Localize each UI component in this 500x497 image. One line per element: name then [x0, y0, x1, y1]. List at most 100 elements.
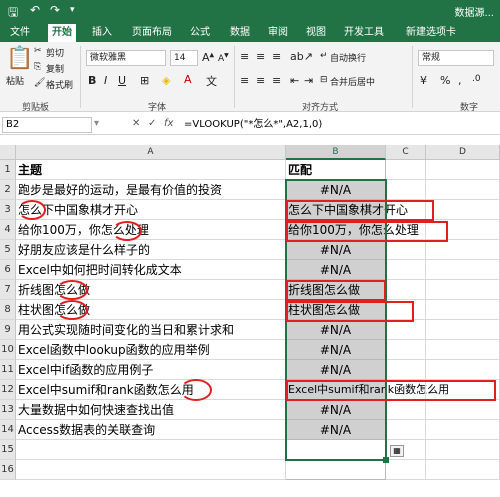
- cell-b[interactable]: [286, 460, 386, 480]
- align-bottom-icon[interactable]: ≡: [272, 50, 281, 63]
- column-header-c[interactable]: C: [386, 145, 426, 160]
- cell-c[interactable]: [386, 320, 426, 340]
- number-format-combo[interactable]: 常规: [418, 50, 494, 66]
- save-icon[interactable]: 🖫: [8, 3, 18, 24]
- orientation-icon[interactable]: ab↗: [290, 50, 313, 63]
- column-header-b[interactable]: B: [286, 145, 386, 160]
- cell-c[interactable]: [386, 400, 426, 420]
- border-icon[interactable]: ⊞: [140, 74, 149, 87]
- cell-d[interactable]: [426, 360, 500, 380]
- cell-a1[interactable]: 主题: [16, 160, 286, 180]
- formula-input[interactable]: =VLOOKUP("*怎么*",A2,1,0): [184, 117, 498, 133]
- tab-formulas[interactable]: 公式: [186, 24, 214, 42]
- cell-c[interactable]: [386, 260, 426, 280]
- cell-d[interactable]: [426, 260, 500, 280]
- cell-a[interactable]: Excel中如何把时间转化成文本: [16, 260, 286, 280]
- fx-button[interactable]: fx: [164, 118, 173, 129]
- cell-d[interactable]: [426, 440, 500, 460]
- fill-color-icon[interactable]: ◈: [162, 74, 170, 87]
- percent-button[interactable]: %: [440, 74, 450, 87]
- name-box[interactable]: B2: [2, 117, 92, 133]
- cell-c[interactable]: [386, 420, 426, 440]
- row-header[interactable]: 6: [0, 260, 16, 280]
- copy-icon[interactable]: ⎘: [34, 62, 41, 72]
- align-left-icon[interactable]: ≡: [240, 74, 249, 87]
- row-header[interactable]: 2: [0, 180, 16, 200]
- tab-review[interactable]: 审阅: [264, 24, 292, 42]
- cell-a[interactable]: Access数据表的关联查询: [16, 420, 286, 440]
- cell-b[interactable]: #N/A: [286, 400, 386, 420]
- row-header[interactable]: 4: [0, 220, 16, 240]
- copy-button[interactable]: 复制: [46, 62, 64, 75]
- cell-b[interactable]: [286, 440, 386, 460]
- row-header[interactable]: 12: [0, 380, 16, 400]
- cell-c[interactable]: [386, 180, 426, 200]
- row-header[interactable]: 10: [0, 340, 16, 360]
- format-painter-button[interactable]: 格式刷: [46, 78, 73, 91]
- cell-d[interactable]: [426, 320, 500, 340]
- cell-d[interactable]: [426, 300, 500, 320]
- cell-d[interactable]: [426, 400, 500, 420]
- row-header[interactable]: 7: [0, 280, 16, 300]
- cell-d[interactable]: [426, 420, 500, 440]
- row-header[interactable]: 16: [0, 460, 16, 480]
- name-box-dropdown-icon[interactable]: ▾: [94, 118, 99, 129]
- cell-b[interactable]: #N/A: [286, 320, 386, 340]
- cell-b[interactable]: #N/A: [286, 180, 386, 200]
- align-right-icon[interactable]: ≡: [272, 74, 281, 87]
- cell-d[interactable]: [426, 240, 500, 260]
- cell-b[interactable]: #N/A: [286, 360, 386, 380]
- cell-a[interactable]: Excel函数中lookup函数的应用举例: [16, 340, 286, 360]
- cell-b1[interactable]: 匹配: [286, 160, 386, 180]
- cell-a[interactable]: 怎么下中国象棋才开心: [16, 200, 286, 220]
- cell-c[interactable]: [386, 360, 426, 380]
- wrap-text-icon[interactable]: ↵: [320, 51, 328, 61]
- cell-c[interactable]: [386, 460, 426, 480]
- font-color-icon[interactable]: A: [184, 73, 192, 86]
- tab-page-layout[interactable]: 页面布局: [128, 24, 176, 42]
- quick-access-dropdown-icon[interactable]: ▾: [70, 5, 75, 15]
- align-top-icon[interactable]: ≡: [240, 50, 249, 63]
- cell-a[interactable]: 跑步是最好的运动，是最有价值的投资: [16, 180, 286, 200]
- cell-a[interactable]: [16, 440, 286, 460]
- column-header-d[interactable]: D: [426, 145, 500, 160]
- row-header[interactable]: 14: [0, 420, 16, 440]
- row-header[interactable]: 15: [0, 440, 16, 460]
- shrink-font-icon[interactable]: A▼: [218, 52, 229, 64]
- cell-b[interactable]: #N/A: [286, 260, 386, 280]
- row-header[interactable]: 5: [0, 240, 16, 260]
- row-header[interactable]: 8: [0, 300, 16, 320]
- cell-b[interactable]: #N/A: [286, 240, 386, 260]
- cell-c[interactable]: [386, 280, 426, 300]
- confirm-button[interactable]: ✓: [148, 118, 156, 129]
- tab-file[interactable]: 文件: [6, 24, 34, 42]
- cell-d[interactable]: [426, 160, 500, 180]
- cell-d[interactable]: [426, 340, 500, 360]
- underline-button[interactable]: U: [118, 74, 126, 87]
- cell-b[interactable]: #N/A: [286, 340, 386, 360]
- cell-a[interactable]: 给你100万，你怎么处理: [16, 220, 286, 240]
- italic-button[interactable]: I: [104, 74, 107, 87]
- tab-data[interactable]: 数据: [226, 24, 254, 42]
- paste-icon[interactable]: 📋: [6, 46, 33, 71]
- align-center-icon[interactable]: ≡: [256, 74, 265, 87]
- cell-d[interactable]: [426, 460, 500, 480]
- cut-button[interactable]: 剪切: [46, 46, 64, 59]
- cancel-button[interactable]: ✕: [132, 118, 140, 129]
- row-header[interactable]: 3: [0, 200, 16, 220]
- tab-developer[interactable]: 开发工具: [340, 24, 388, 42]
- tab-view[interactable]: 视图: [302, 24, 330, 42]
- decrease-indent-icon[interactable]: ⇤: [290, 74, 299, 87]
- fill-handle[interactable]: [383, 457, 389, 463]
- row-header[interactable]: 1: [0, 160, 16, 180]
- tab-new[interactable]: 新建选项卡: [402, 24, 460, 42]
- cell-d[interactable]: [426, 180, 500, 200]
- column-header-a[interactable]: A: [16, 145, 286, 160]
- undo-icon[interactable]: ↶: [30, 3, 40, 17]
- decimal-icon[interactable]: .0: [472, 74, 481, 84]
- cell-c[interactable]: [386, 160, 426, 180]
- cell-a[interactable]: Excel中sumif和rank函数怎么用: [16, 380, 286, 400]
- cell-b[interactable]: #N/A: [286, 420, 386, 440]
- cell-a[interactable]: 好朋友应该是什么样子的: [16, 240, 286, 260]
- merge-center-icon[interactable]: ⊟: [320, 75, 328, 85]
